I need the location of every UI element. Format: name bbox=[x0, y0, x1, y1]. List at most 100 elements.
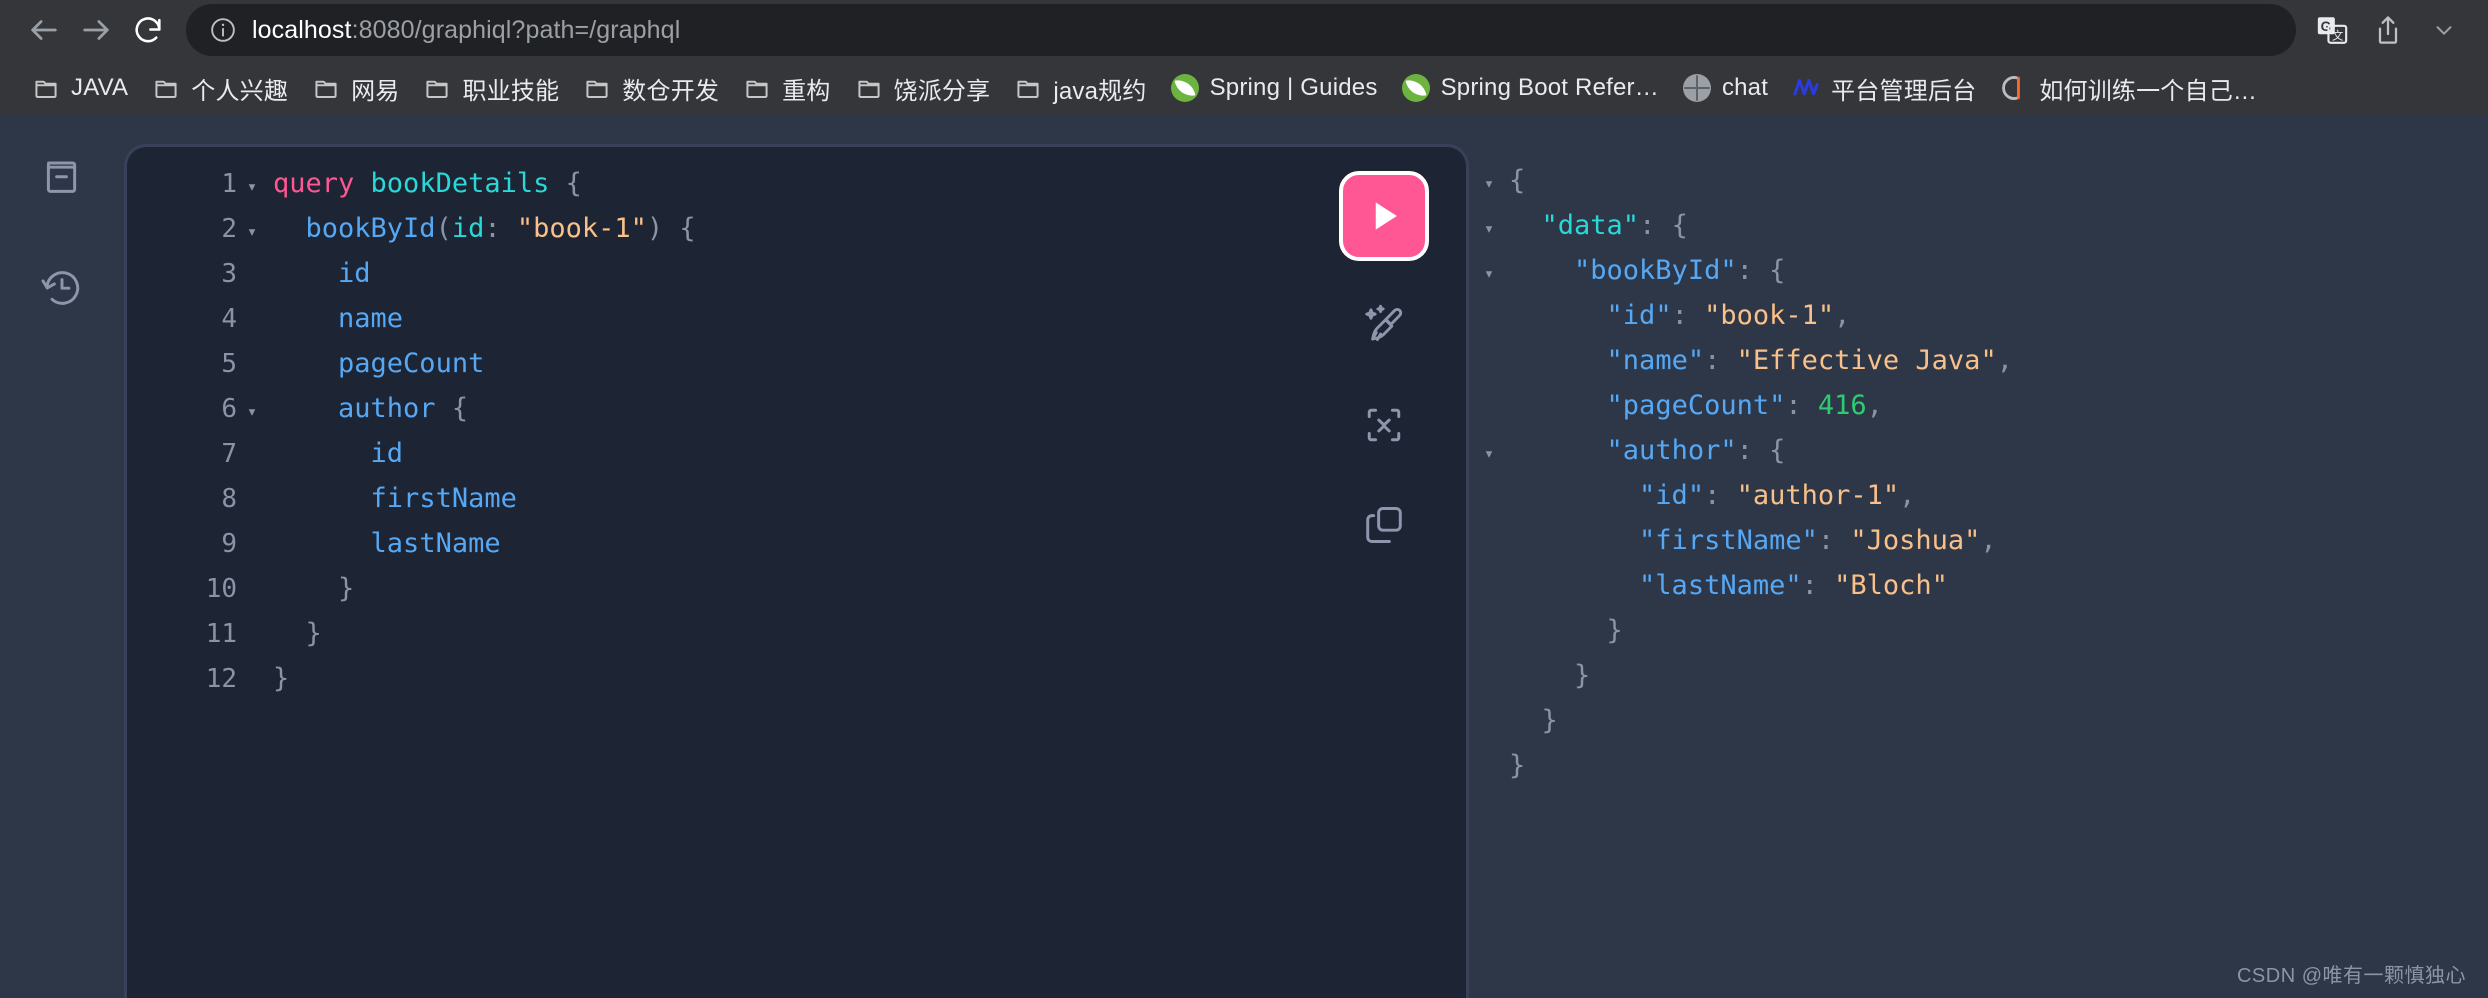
code-token: "data" bbox=[1541, 210, 1640, 241]
code-token: : bbox=[1817, 525, 1851, 556]
back-button[interactable] bbox=[18, 4, 70, 56]
fold-toggle-icon[interactable]: ▾ bbox=[1469, 432, 1509, 477]
query-editor-code[interactable]: 1 ▾ query bookDetails {2 ▾ bookById(id: "bo… bbox=[127, 147, 1466, 998]
code-token: "book-1" bbox=[516, 213, 647, 244]
bookmark-label: 重构 bbox=[782, 77, 831, 105]
share-button[interactable] bbox=[2362, 4, 2414, 56]
bookmark-item[interactable]: 饶派分享 bbox=[843, 66, 1003, 110]
merge-fragments-button[interactable] bbox=[1348, 389, 1420, 461]
code-token: , bbox=[1996, 345, 2013, 376]
response-json[interactable]: ▾{▾ "data": {▾ "bookById": { "id": "book… bbox=[1469, 144, 2488, 788]
fold-toggle-icon[interactable]: ▾ bbox=[1469, 162, 1509, 207]
response-line: "firstName": "Joshua", bbox=[1469, 518, 2488, 563]
folder-icon bbox=[1014, 74, 1042, 102]
response-text: "data": { bbox=[1509, 203, 1688, 248]
bookmark-label: 个人兴趣 bbox=[191, 77, 289, 105]
prettify-button[interactable] bbox=[1348, 289, 1420, 361]
bookmark-item[interactable]: JAVA bbox=[20, 66, 140, 110]
bookmark-label: java规约 bbox=[1053, 77, 1147, 105]
bookmark-label: chat bbox=[1721, 74, 1769, 101]
code-token: ) { bbox=[646, 213, 696, 244]
bookmark-item[interactable]: 网易 bbox=[300, 66, 411, 110]
bookmark-item[interactable]: chat bbox=[1671, 66, 1780, 110]
code-token: : bbox=[1801, 570, 1835, 601]
code-token: pageCount bbox=[338, 348, 485, 379]
code-token: "id" bbox=[1606, 300, 1672, 331]
code-line[interactable]: 8 firstName bbox=[127, 476, 1466, 521]
bookmark-item[interactable]: 职业技能 bbox=[411, 66, 571, 110]
copy-query-button[interactable] bbox=[1348, 489, 1420, 561]
folder-icon bbox=[583, 74, 611, 102]
code-line[interactable]: 3 id bbox=[127, 251, 1466, 296]
fold-toggle-icon[interactable]: ▾ bbox=[239, 390, 265, 435]
site-info-icon[interactable] bbox=[208, 15, 238, 45]
response-text: "id": "book-1", bbox=[1509, 293, 1851, 338]
address-bar[interactable]: localhost:8080/graphiql?path=/graphql bbox=[186, 4, 2296, 56]
bookmark-label: JAVA bbox=[71, 74, 129, 101]
code-token: id bbox=[338, 258, 371, 289]
tool-favicon bbox=[2000, 74, 2028, 102]
code-text: } bbox=[265, 611, 322, 656]
response-panel[interactable]: ▾{▾ "data": {▾ "bookById": { "id": "book… bbox=[1469, 144, 2488, 998]
code-token: "Joshua" bbox=[1850, 525, 1981, 556]
code-token: author bbox=[338, 393, 436, 424]
bookmark-item[interactable]: 平台管理后台 bbox=[1780, 66, 1988, 110]
code-line[interactable]: 2 ▾ bookById(id: "book-1") { bbox=[127, 206, 1466, 251]
forward-arrow-icon bbox=[83, 20, 109, 40]
bookmark-item[interactable]: java规约 bbox=[1002, 66, 1158, 110]
code-token: : bbox=[1704, 345, 1737, 376]
code-token: , bbox=[1899, 480, 1916, 511]
docs-button[interactable] bbox=[30, 144, 94, 208]
code-line[interactable]: 1 ▾ query bookDetails { bbox=[127, 161, 1466, 206]
bookmark-label: 数仓开发 bbox=[622, 77, 720, 105]
code-token: "firstName" bbox=[1639, 525, 1818, 556]
translate-button[interactable]: G 文 bbox=[2306, 4, 2358, 56]
fold-toggle-icon[interactable]: ▾ bbox=[239, 210, 265, 255]
bookmark-item[interactable]: 重构 bbox=[731, 66, 842, 110]
fold-toggle-icon[interactable]: ▾ bbox=[239, 165, 265, 210]
chevron-down-button[interactable] bbox=[2418, 4, 2470, 56]
folder-icon bbox=[743, 74, 771, 102]
code-line[interactable]: 4 name bbox=[127, 296, 1466, 341]
code-line[interactable]: 6 ▾ author { bbox=[127, 386, 1466, 431]
code-token: { bbox=[435, 393, 469, 424]
spring-favicon bbox=[1401, 74, 1430, 102]
back-arrow-icon bbox=[31, 20, 57, 40]
code-line[interactable]: 9 lastName bbox=[127, 521, 1466, 566]
bookmark-item[interactable]: 个人兴趣 bbox=[140, 66, 300, 110]
code-line[interactable]: 5 pageCount bbox=[127, 341, 1466, 386]
fold-toggle-icon[interactable]: ▾ bbox=[1469, 252, 1509, 297]
code-token: : bbox=[1704, 480, 1737, 511]
code-text: name bbox=[265, 296, 403, 341]
reload-button[interactable] bbox=[122, 4, 174, 56]
code-line[interactable]: 11 } bbox=[127, 611, 1466, 656]
code-line[interactable]: 10 } bbox=[127, 566, 1466, 611]
code-token: "id" bbox=[1639, 480, 1705, 511]
fold-toggle-icon[interactable]: ▾ bbox=[1469, 207, 1509, 252]
bookmark-item[interactable]: Spring | Guides bbox=[1159, 66, 1390, 110]
folder-icon bbox=[155, 80, 177, 98]
code-token: } bbox=[273, 618, 322, 649]
code-line[interactable]: 12} bbox=[127, 656, 1466, 701]
folder-icon bbox=[426, 80, 449, 98]
history-button[interactable] bbox=[30, 256, 94, 320]
line-number: 7 bbox=[221, 439, 237, 469]
response-text: "name": "Effective Java", bbox=[1509, 338, 2013, 383]
bookmark-item[interactable]: Spring Boot Refer… bbox=[1390, 66, 1671, 110]
bookmark-label: 饶派分享 bbox=[893, 77, 991, 105]
execute-query-button[interactable] bbox=[1339, 171, 1429, 261]
code-token: 416 bbox=[1817, 390, 1867, 421]
url-path: :8080/graphiql?path=/graphql bbox=[351, 15, 681, 44]
bookmark-item[interactable]: 数仓开发 bbox=[571, 66, 731, 110]
line-number: 2 bbox=[221, 214, 237, 244]
code-line[interactable]: 7 id bbox=[127, 431, 1466, 476]
forward-button[interactable] bbox=[70, 4, 122, 56]
bookmark-item[interactable]: 如何训练一个自己… bbox=[1988, 66, 2269, 110]
query-editor-panel[interactable]: 1 ▾ query bookDetails {2 ▾ bookById(id: "bo… bbox=[124, 144, 1469, 998]
